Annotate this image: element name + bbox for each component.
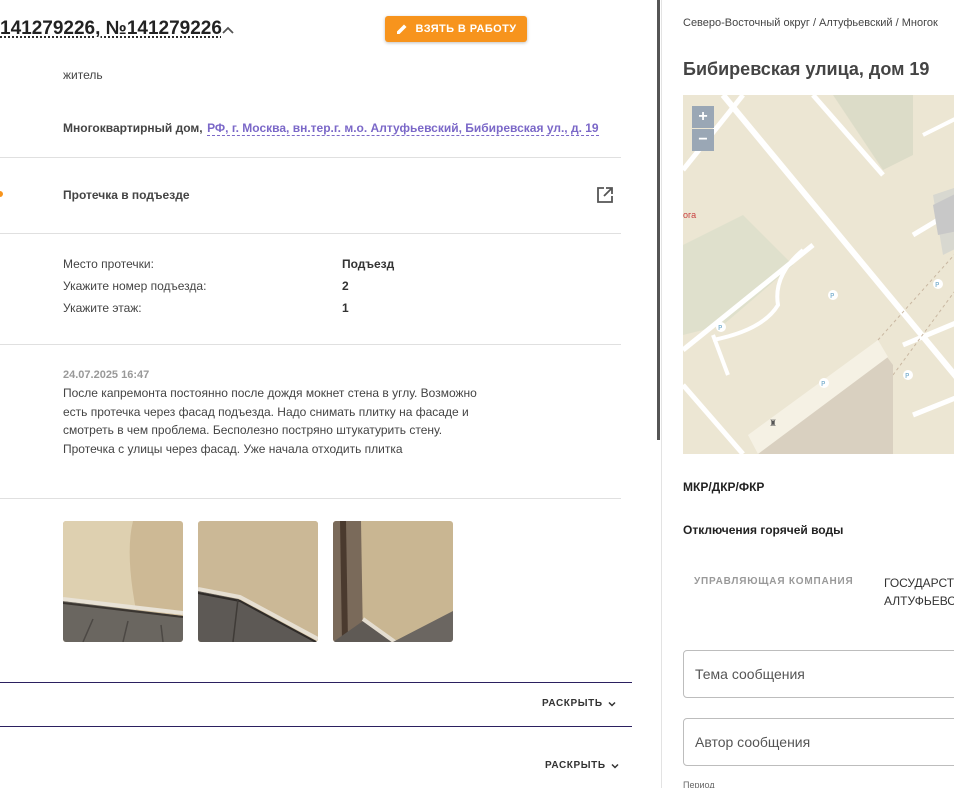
map[interactable]: P P P P P ♜ ога + − [683, 95, 954, 454]
programs-title: МКР/ДКР/ФКР [683, 480, 765, 494]
status-dot [0, 191, 3, 197]
take-to-work-label: ВЗЯТЬ В РАБОТУ [415, 23, 517, 35]
author-placeholder: Автор сообщения [695, 734, 811, 750]
expand-label: РАСКРЫТЬ [542, 698, 603, 709]
management-label: УПРАВЛЯЮЩАЯ КОМПАНИЯ [694, 576, 854, 587]
breadcrumb[interactable]: Северо-Восточный округ / Алтуфьевский / … [683, 17, 938, 29]
svg-text:P: P [935, 281, 939, 289]
take-to-work-button[interactable]: ВЗЯТЬ В РАБОТУ [385, 16, 527, 42]
period-label: Период [683, 780, 715, 788]
field-label: Место протечки: [63, 257, 154, 271]
object-panel: Северо-Восточный округ / Алтуфьевский / … [662, 0, 954, 788]
request-title: 141279226, №141279226 [0, 18, 222, 39]
comment-text: После капремонта постоянно после дождя м… [63, 386, 477, 456]
divider [0, 344, 621, 345]
chevron-up-icon[interactable] [220, 22, 236, 38]
problem-title: Протечка в подъезде [63, 188, 190, 202]
field-value: Подъезд [342, 257, 395, 271]
scrollbar[interactable] [657, 0, 660, 440]
object-title: Бибиревская улица, дом 19 [683, 59, 930, 79]
svg-text:P: P [905, 372, 909, 380]
svg-text:P: P [821, 380, 825, 388]
chevron-down-icon [608, 701, 616, 707]
management-value-line: ГОСУДАРСТ [884, 576, 954, 590]
section-divider [0, 726, 632, 727]
applicant-role: житель [63, 68, 103, 82]
divider [0, 157, 621, 158]
zoom-in-button[interactable]: + [692, 106, 714, 128]
author-input[interactable]: Автор сообщения [683, 718, 954, 766]
management-value-line: АЛТУФЬЕВС [884, 594, 954, 608]
expand-label: РАСКРЫТЬ [545, 760, 606, 771]
svg-text:♜: ♜ [769, 419, 777, 429]
field-value: 2 [342, 279, 349, 293]
open-external-icon[interactable] [596, 186, 614, 204]
address-type: Многоквартирный дом, [63, 121, 203, 135]
chevron-down-icon [611, 763, 619, 769]
address-link[interactable]: РФ, г. Москва, вн.тер.г. м.о. Алтуфьевск… [207, 121, 599, 136]
address-row: Многоквартирный дом, РФ, г. Москва, вн.т… [63, 119, 599, 137]
subject-input[interactable]: Тема сообщения [683, 650, 954, 698]
photo-thumbnail[interactable] [333, 521, 453, 642]
map-label: ога [683, 210, 697, 220]
section-divider [0, 682, 632, 683]
expand-button[interactable]: РАСКРЫТЬ [545, 760, 620, 771]
svg-text:P: P [718, 324, 722, 332]
expand-button[interactable]: РАСКРЫТЬ [542, 698, 617, 709]
subject-placeholder: Тема сообщения [695, 666, 805, 682]
field-label: Укажите этаж: [63, 301, 142, 315]
divider [0, 498, 621, 499]
svg-text:P: P [830, 292, 834, 300]
photo-thumbnail[interactable] [198, 521, 318, 642]
hot-water-title: Отключения горячей воды [683, 523, 844, 537]
pencil-icon [396, 24, 407, 34]
field-value: 1 [342, 301, 349, 315]
request-card: 141279226, №141279226 ВЗЯТЬ В РАБОТУ жит… [0, 0, 658, 788]
field-label: Укажите номер подъезда: [63, 279, 207, 293]
zoom-out-button[interactable]: − [692, 129, 714, 151]
map-canvas: P P P P P ♜ [683, 95, 954, 454]
divider [0, 233, 621, 234]
comment-datetime: 24.07.2025 16:47 [63, 369, 150, 381]
photo-thumbnail[interactable] [63, 521, 183, 642]
